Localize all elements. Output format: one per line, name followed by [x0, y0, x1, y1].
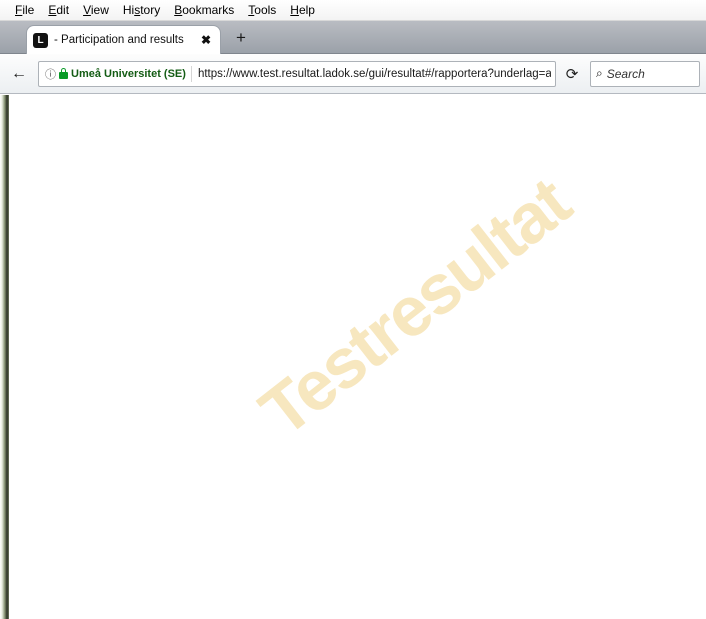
browser-menu-bar: File Edit View History Bookmarks Tools H…: [0, 0, 706, 21]
close-icon[interactable]: ✖: [198, 33, 214, 47]
menu-view[interactable]: View: [76, 1, 116, 19]
url-text[interactable]: https://www.test.resultat.ladok.se/gui/r…: [198, 68, 551, 80]
browser-search-box[interactable]: ⌕ Search: [590, 60, 700, 87]
menu-history[interactable]: History: [116, 1, 167, 19]
site-identity-box[interactable]: ⓘ Umeå Universitet (SE): [43, 65, 192, 82]
page-left-edge: [0, 95, 9, 619]
search-placeholder: Search: [606, 66, 645, 81]
browser-nav-bar: ← ⓘ Umeå Universitet (SE) https://www.te…: [0, 54, 706, 94]
browser-window: File Edit View History Bookmarks Tools H…: [0, 0, 706, 619]
menu-help[interactable]: Help: [283, 1, 322, 19]
reload-icon[interactable]: ⟳: [558, 61, 586, 87]
lock-icon: [59, 68, 68, 79]
info-icon: ⓘ: [45, 68, 56, 81]
browser-tab[interactable]: L - Participation and results ✖: [26, 25, 221, 54]
menu-edit[interactable]: Edit: [41, 1, 76, 19]
tab-favicon-icon: L: [33, 32, 48, 48]
browser-tab-strip: L - Participation and results ✖ +: [0, 21, 706, 54]
search-icon: ⌕: [596, 66, 603, 80]
site-identity-label: Umeå Universitet (SE): [71, 67, 186, 80]
url-bar[interactable]: ⓘ Umeå Universitet (SE) https://www.test…: [38, 60, 556, 87]
back-arrow-icon[interactable]: ←: [6, 61, 32, 87]
menu-tools[interactable]: Tools: [241, 1, 283, 19]
menu-bookmarks[interactable]: Bookmarks: [167, 1, 241, 19]
new-tab-button[interactable]: +: [236, 29, 246, 46]
tab-title: - Participation and results: [54, 34, 184, 46]
menu-file[interactable]: File: [8, 1, 41, 19]
watermark-text: Testresultat: [245, 163, 584, 452]
page-viewport: Testresultat Huvudmeny ▾ RESULTAT / RAPP…: [0, 95, 706, 619]
